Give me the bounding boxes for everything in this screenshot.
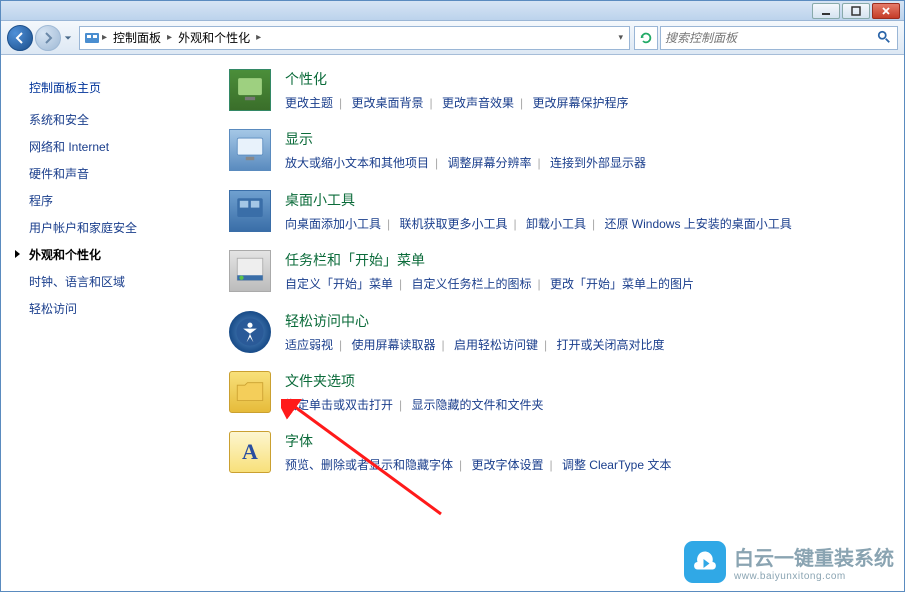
dropdown-icon[interactable]: ▾ <box>614 32 627 43</box>
ease-of-access-icon <box>229 311 271 353</box>
link-preview-delete-fonts[interactable]: 预览、删除或者显示和隐藏字体 <box>285 458 453 472</box>
category-title[interactable]: 显示 <box>285 129 880 149</box>
link-high-contrast[interactable]: 打开或关闭高对比度 <box>556 338 664 352</box>
link-restore-gadget[interactable]: 还原 Windows 上安装的桌面小工具 <box>604 217 791 231</box>
search-icon[interactable] <box>877 30 893 46</box>
window-frame: ▸ 控制面板 ▸ 外观和个性化 ▸ ▾ <box>0 0 905 592</box>
watermark-icon <box>684 541 726 583</box>
history-dropdown-icon[interactable] <box>61 26 75 50</box>
minimize-button[interactable] <box>812 3 840 19</box>
navbar: ▸ 控制面板 ▸ 外观和个性化 ▸ ▾ <box>1 21 904 55</box>
gadget-icon <box>229 190 271 232</box>
category-taskbar-startmenu: 任务栏和「开始」菜单 自定义「开始」菜单 自定义任务栏上的图标 更改「开始」菜单… <box>229 250 880 294</box>
maximize-button[interactable] <box>842 3 870 19</box>
category-title[interactable]: 轻松访问中心 <box>285 311 880 331</box>
personalization-icon <box>229 69 271 111</box>
link-show-hidden-files[interactable]: 显示隐藏的文件和文件夹 <box>411 398 543 412</box>
link-change-screensaver[interactable]: 更改屏幕保护程序 <box>532 96 628 110</box>
link-text-size[interactable]: 放大或缩小文本和其他项目 <box>285 156 429 170</box>
link-change-sound[interactable]: 更改声音效果 <box>442 96 514 110</box>
sidebar-item-network-internet[interactable]: 网络和 Internet <box>1 133 209 160</box>
display-icon <box>229 129 271 171</box>
category-title[interactable]: 个性化 <box>285 69 880 89</box>
link-customize-taskbar-icons[interactable]: 自定义任务栏上的图标 <box>411 277 531 291</box>
sidebar: 控制面板主页 系统和安全 网络和 Internet 硬件和声音 程序 用户帐户和… <box>1 55 209 591</box>
category-title[interactable]: 字体 <box>285 431 880 451</box>
refresh-button[interactable] <box>634 26 658 50</box>
link-screen-resolution[interactable]: 调整屏幕分辨率 <box>447 156 531 170</box>
folder-options-icon <box>229 371 271 413</box>
search-input[interactable] <box>665 31 877 45</box>
sidebar-item-programs[interactable]: 程序 <box>1 187 209 214</box>
category-fonts: 字体 预览、删除或者显示和隐藏字体 更改字体设置 调整 ClearType 文本 <box>229 431 880 475</box>
link-get-gadget-online[interactable]: 联机获取更多小工具 <box>399 217 507 231</box>
watermark: 白云一键重装系统 www.baiyunxitong.com <box>684 541 894 583</box>
titlebar <box>1 1 904 21</box>
close-button[interactable] <box>872 3 900 19</box>
taskbar-icon <box>229 250 271 292</box>
breadcrumb[interactable]: ▸ 控制面板 ▸ 外观和个性化 ▸ ▾ <box>79 26 630 50</box>
link-external-display[interactable]: 连接到外部显示器 <box>550 156 646 170</box>
category-folder-options: 文件夹选项 指定单击或双击打开 显示隐藏的文件和文件夹 <box>229 371 880 415</box>
sidebar-item-clock-language-region[interactable]: 时钟、语言和区域 <box>1 268 209 295</box>
breadcrumb-seg-1[interactable]: 控制面板 <box>109 29 165 46</box>
link-click-open[interactable]: 指定单击或双击打开 <box>285 398 393 412</box>
category-title[interactable]: 桌面小工具 <box>285 190 880 210</box>
chevron-right-icon[interactable]: ▸ <box>254 32 263 43</box>
category-display: 显示 放大或缩小文本和其他项目 调整屏幕分辨率 连接到外部显示器 <box>229 129 880 173</box>
category-personalization: 个性化 更改主题 更改桌面背景 更改声音效果 更改屏幕保护程序 <box>229 69 880 113</box>
sidebar-item-system-security[interactable]: 系统和安全 <box>1 106 209 133</box>
watermark-url: www.baiyunxitong.com <box>734 571 894 582</box>
link-uninstall-gadget[interactable]: 卸载小工具 <box>526 217 586 231</box>
link-add-gadget[interactable]: 向桌面添加小工具 <box>285 217 381 231</box>
sidebar-item-appearance-personalization[interactable]: 外观和个性化 <box>1 241 209 268</box>
control-panel-icon <box>84 30 100 46</box>
category-ease-of-access: 轻松访问中心 适应弱视 使用屏幕读取器 启用轻松访问键 打开或关闭高对比度 <box>229 311 880 355</box>
main-content: 个性化 更改主题 更改桌面背景 更改声音效果 更改屏幕保护程序 显示 <box>209 55 904 591</box>
watermark-text: 白云一键重装系统 <box>734 542 894 571</box>
link-change-theme[interactable]: 更改主题 <box>285 96 333 110</box>
link-change-desktop-bg[interactable]: 更改桌面背景 <box>351 96 423 110</box>
link-adjust-cleartype[interactable]: 调整 ClearType 文本 <box>562 458 671 472</box>
link-customize-startmenu[interactable]: 自定义「开始」菜单 <box>285 277 393 291</box>
link-change-font-settings[interactable]: 更改字体设置 <box>471 458 543 472</box>
category-title[interactable]: 文件夹选项 <box>285 371 880 391</box>
link-change-startmenu-pic[interactable]: 更改「开始」菜单上的图片 <box>550 277 694 291</box>
sidebar-item-ease-of-access[interactable]: 轻松访问 <box>1 295 209 322</box>
sidebar-item-user-accounts[interactable]: 用户帐户和家庭安全 <box>1 214 209 241</box>
sidebar-title[interactable]: 控制面板主页 <box>1 73 209 106</box>
fonts-icon <box>229 431 271 473</box>
category-desktop-gadget: 桌面小工具 向桌面添加小工具 联机获取更多小工具 卸载小工具 还原 Window… <box>229 190 880 234</box>
breadcrumb-seg-2[interactable]: 外观和个性化 <box>174 29 254 46</box>
forward-button[interactable] <box>35 25 61 51</box>
sidebar-item-hardware-sound[interactable]: 硬件和声音 <box>1 160 209 187</box>
link-low-vision[interactable]: 适应弱视 <box>285 338 333 352</box>
link-easy-access-keys[interactable]: 启用轻松访问键 <box>454 338 538 352</box>
link-screen-reader[interactable]: 使用屏幕读取器 <box>351 338 435 352</box>
chevron-right-icon[interactable]: ▸ <box>165 32 174 43</box>
search-box[interactable] <box>660 26 898 50</box>
body-area: 控制面板主页 系统和安全 网络和 Internet 硬件和声音 程序 用户帐户和… <box>1 55 904 591</box>
category-title[interactable]: 任务栏和「开始」菜单 <box>285 250 880 270</box>
back-button[interactable] <box>7 25 33 51</box>
chevron-right-icon[interactable]: ▸ <box>100 32 109 43</box>
